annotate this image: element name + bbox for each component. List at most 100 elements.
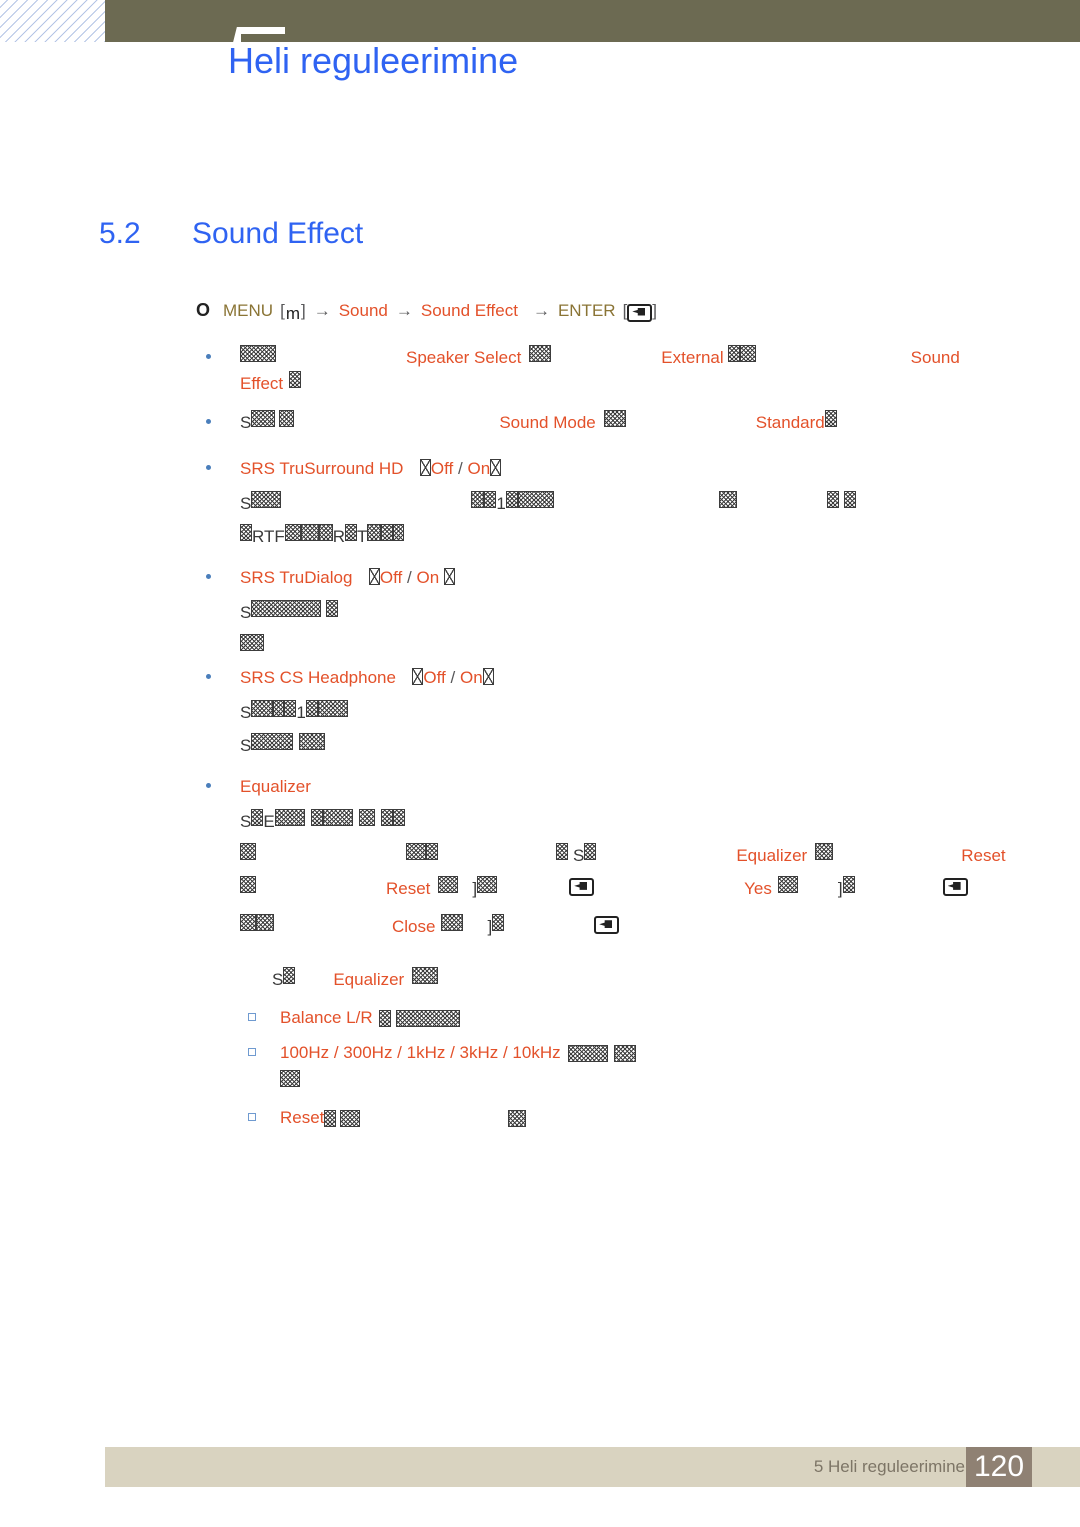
option-name: SRS CS Headphone: [240, 667, 396, 687]
tofu-glyph: [251, 410, 276, 427]
tofu-glyph: [345, 524, 358, 542]
path-arrow-3: →: [532, 300, 550, 320]
tofu-glyph: [318, 524, 333, 542]
tofu-glyph: [393, 524, 405, 542]
list-item[interactable]: Reset: [240, 1105, 1056, 1131]
tofu-glyph: [419, 458, 431, 476]
option-body-line: [240, 633, 1056, 651]
option-body-line: S1: [240, 491, 1056, 517]
note-line: Speaker Select External Sound: [240, 345, 1056, 371]
option-value[interactable]: On: [416, 568, 439, 587]
menu-step-sound[interactable]: Sound: [339, 301, 388, 321]
option-value[interactable]: Off: [380, 568, 402, 587]
tofu-glyph: [826, 491, 839, 508]
sub-option-label: Reset: [280, 1107, 325, 1127]
hatch-decoration: [0, 0, 105, 42]
menu-path: O MENU [ m ] → Sound → Sound Effect → EN…: [196, 300, 1056, 323]
tofu-glyph: [251, 600, 322, 618]
menu-step-sound-effect[interactable]: Sound Effect: [421, 301, 518, 321]
tofu-glyph: [490, 458, 502, 476]
enter-key-icon: [627, 303, 653, 322]
segment-text: S: [240, 494, 252, 513]
tofu-glyph: [340, 1109, 361, 1127]
page-number: 120: [973, 1450, 1025, 1483]
tofu-glyph: [718, 491, 737, 508]
tofu-glyph: [441, 914, 464, 932]
options-list: SRS TruSurround HD Off / On S1 RTF R T SRS…: [196, 456, 1056, 1131]
tofu-glyph: [367, 524, 382, 542]
segment-text: Sound: [910, 348, 960, 367]
option-value[interactable]: Off: [423, 668, 445, 687]
list-item[interactable]: Equalizer SE S Equalizer Reset Reset] Yes] …: [196, 774, 1056, 1131]
segment-text: S: [240, 736, 252, 756]
equalizer-detail-row: S Equalizer Reset: [240, 842, 1056, 869]
segment-text: Reset: [961, 845, 1006, 865]
segment-text: Equalizer: [736, 845, 808, 865]
tofu-glyph: [283, 966, 296, 984]
option-name: Equalizer: [240, 776, 311, 796]
tofu-glyph: [256, 914, 274, 932]
tofu-glyph: [426, 842, 438, 860]
tofu-glyph: [240, 914, 256, 932]
menu-label[interactable]: MENU: [223, 301, 273, 321]
list-item[interactable]: Balance L/R: [240, 1005, 1056, 1031]
chapter-number-glyph: [223, 20, 285, 42]
segment-text: S: [240, 413, 252, 432]
tofu-glyph: [584, 842, 597, 860]
enter-key-icon: [594, 916, 620, 935]
tofu-glyph: [824, 410, 837, 427]
tofu-glyph: [613, 1045, 636, 1063]
value-separator: /: [450, 667, 456, 687]
tofu-glyph: [406, 842, 426, 860]
tofu-glyph: [358, 809, 375, 827]
segment-text: RTF: [252, 527, 285, 547]
list-item[interactable]: SRS CS Headphone Off / On S1 S: [196, 665, 1056, 760]
enter-label[interactable]: ENTER: [558, 301, 616, 321]
segment-text: E: [263, 812, 275, 832]
tofu-glyph: [443, 567, 455, 585]
option-name: SRS TruDialog: [240, 567, 353, 587]
segment-text: R: [332, 527, 346, 547]
tofu-glyph: [603, 410, 626, 427]
content-body: O MENU [ m ] → Sound → Sound Effect → EN…: [196, 300, 1056, 1138]
tofu-glyph: [289, 370, 302, 388]
list-item[interactable]: SRS TruDialog Off / On S: [196, 565, 1056, 651]
option-body-line: S: [240, 733, 1056, 759]
option-value[interactable]: On: [468, 459, 491, 478]
tofu-glyph: [477, 875, 498, 893]
tofu-glyph: [517, 491, 554, 508]
option-value[interactable]: On: [460, 668, 483, 687]
note-line: S Sound Mode Standard: [240, 410, 1056, 436]
tofu-glyph: [251, 733, 294, 751]
list-item[interactable]: 100Hz / 300Hz / 1kHz / 3kHz / 10kHz: [240, 1040, 1056, 1087]
segment-text: 1: [296, 703, 306, 723]
segment-text: Effect: [240, 373, 284, 393]
tofu-glyph: [438, 875, 459, 893]
bracket-close: ]: [652, 300, 658, 320]
option-value[interactable]: Off: [431, 459, 453, 478]
tofu-glyph: [529, 345, 552, 362]
tofu-glyph: [843, 491, 856, 508]
segment-text: T: [357, 527, 368, 547]
sub-option-line2: [280, 1069, 1056, 1087]
option-body-line: S: [240, 600, 1056, 626]
tofu-glyph: [482, 667, 494, 685]
tofu-glyph: [412, 667, 424, 685]
list-item: S Sound Mode Standard: [196, 410, 1056, 436]
tofu-glyph: [471, 491, 485, 508]
path-arrow-1: →: [313, 300, 331, 320]
list-item[interactable]: SRS TruSurround HD Off / On S1 RTF R T: [196, 456, 1056, 551]
tofu-glyph: [815, 842, 834, 860]
tofu-glyph: [505, 491, 518, 508]
section-title: Sound Effect: [192, 217, 364, 250]
